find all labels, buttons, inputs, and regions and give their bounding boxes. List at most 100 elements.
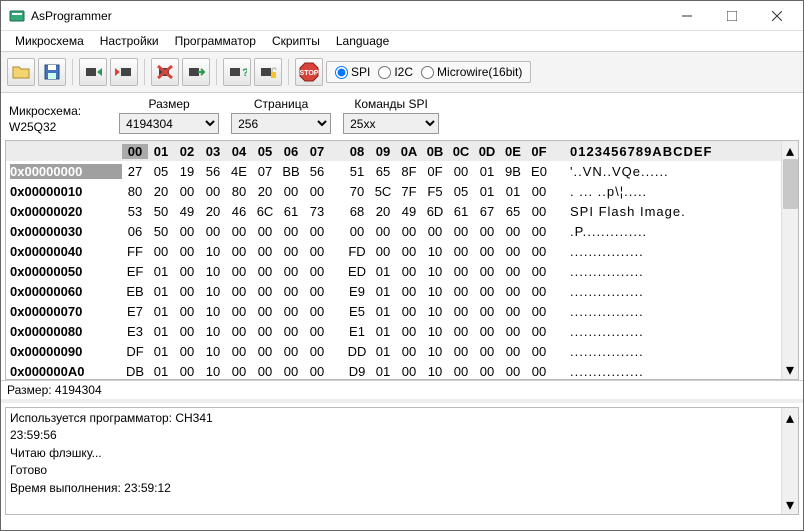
hex-byte[interactable]: E7 — [122, 304, 148, 319]
hex-byte[interactable]: 00 — [304, 224, 330, 239]
hex-byte[interactable]: 00 — [226, 344, 252, 359]
hex-byte[interactable]: 00 — [474, 244, 500, 259]
hex-byte[interactable]: 00 — [226, 324, 252, 339]
hex-byte[interactable]: 00 — [304, 244, 330, 259]
hex-byte[interactable]: 00 — [474, 264, 500, 279]
hex-byte[interactable]: 00 — [448, 264, 474, 279]
size-select[interactable]: 4194304 — [119, 113, 219, 134]
hex-byte[interactable]: 00 — [174, 224, 200, 239]
hex-row[interactable]: 0x000000108020000080200000705C7FF5050101… — [6, 181, 798, 201]
hex-byte[interactable]: 00 — [526, 204, 552, 219]
hex-byte[interactable]: 00 — [448, 284, 474, 299]
hex-viewer[interactable]: 000102030405060708090A0B0C0D0E0F 0123456… — [5, 140, 799, 380]
hex-byte[interactable]: 00 — [304, 304, 330, 319]
hex-byte[interactable]: 61 — [448, 204, 474, 219]
splitter[interactable] — [1, 399, 803, 403]
scroll-up-icon[interactable]: ▴ — [783, 410, 798, 425]
hex-byte[interactable]: 67 — [474, 204, 500, 219]
hex-byte[interactable]: 00 — [526, 324, 552, 339]
hex-byte[interactable]: 10 — [422, 304, 448, 319]
hex-byte[interactable]: 01 — [148, 264, 174, 279]
write-chip-button[interactable] — [110, 58, 138, 86]
hex-byte[interactable]: 00 — [500, 244, 526, 259]
hex-byte[interactable]: 00 — [448, 224, 474, 239]
hex-byte[interactable]: 00 — [226, 284, 252, 299]
hex-byte[interactable]: 56 — [200, 164, 226, 179]
hex-byte[interactable]: 00 — [200, 224, 226, 239]
hex-byte[interactable]: 01 — [370, 324, 396, 339]
hex-byte[interactable]: 00 — [174, 244, 200, 259]
hex-byte[interactable]: 00 — [526, 364, 552, 379]
hex-byte[interactable]: 10 — [200, 324, 226, 339]
hex-byte[interactable]: F5 — [422, 184, 448, 199]
hex-byte[interactable]: ED — [344, 264, 370, 279]
hex-byte[interactable]: 00 — [226, 264, 252, 279]
hex-byte[interactable]: 00 — [396, 344, 422, 359]
hex-byte[interactable]: 01 — [148, 304, 174, 319]
hex-byte[interactable]: 5C — [370, 184, 396, 199]
hex-byte[interactable]: 00 — [226, 364, 252, 379]
hex-byte[interactable]: 00 — [474, 324, 500, 339]
hex-byte[interactable]: 01 — [370, 364, 396, 379]
hex-byte[interactable]: 65 — [370, 164, 396, 179]
radio-i2c[interactable]: I2C — [378, 65, 413, 79]
hex-byte[interactable]: 01 — [148, 324, 174, 339]
hex-byte[interactable]: 00 — [448, 244, 474, 259]
hex-byte[interactable]: DF — [122, 344, 148, 359]
hex-byte[interactable]: 00 — [526, 264, 552, 279]
hex-byte[interactable]: E5 — [344, 304, 370, 319]
hex-byte[interactable]: 00 — [474, 364, 500, 379]
hex-byte[interactable]: 00 — [500, 364, 526, 379]
hex-byte[interactable]: 00 — [278, 324, 304, 339]
open-file-button[interactable] — [7, 58, 35, 86]
hex-byte[interactable]: 20 — [148, 184, 174, 199]
hex-byte[interactable]: 00 — [526, 304, 552, 319]
hex-byte[interactable]: 00 — [448, 344, 474, 359]
hex-byte[interactable]: E3 — [122, 324, 148, 339]
hex-byte[interactable]: 00 — [448, 304, 474, 319]
hex-byte[interactable]: 01 — [370, 304, 396, 319]
hex-byte[interactable]: 19 — [174, 164, 200, 179]
hex-byte[interactable]: 6C — [252, 204, 278, 219]
hex-byte[interactable]: 00 — [278, 364, 304, 379]
hex-byte[interactable]: BB — [278, 164, 304, 179]
hex-byte[interactable]: 00 — [526, 184, 552, 199]
hex-byte[interactable]: 01 — [500, 184, 526, 199]
hex-byte[interactable]: 00 — [252, 324, 278, 339]
hex-byte[interactable]: 00 — [474, 224, 500, 239]
hex-byte[interactable]: EB — [122, 284, 148, 299]
hex-byte[interactable]: EF — [122, 264, 148, 279]
hex-byte[interactable]: 00 — [226, 304, 252, 319]
hex-byte[interactable]: 10 — [422, 324, 448, 339]
hex-byte[interactable]: 00 — [252, 364, 278, 379]
hex-byte[interactable]: 20 — [252, 184, 278, 199]
hex-scrollbar[interactable]: ▴ ▾ — [781, 141, 798, 379]
hex-byte[interactable]: 00 — [304, 264, 330, 279]
hex-byte[interactable]: 6D — [422, 204, 448, 219]
hex-byte[interactable]: 00 — [448, 164, 474, 179]
hex-byte[interactable]: 00 — [396, 324, 422, 339]
hex-byte[interactable]: 00 — [526, 224, 552, 239]
hex-byte[interactable]: 00 — [174, 304, 200, 319]
hex-row[interactable]: 0x00000030065000000000000000000000000000… — [6, 221, 798, 241]
hex-row[interactable]: 0x00000090DF01001000000000DD010010000000… — [6, 341, 798, 361]
hex-byte[interactable]: 10 — [200, 284, 226, 299]
hex-byte[interactable]: 00 — [370, 224, 396, 239]
hex-byte[interactable]: 00 — [304, 184, 330, 199]
menu-chip[interactable]: Микросхема — [7, 33, 92, 49]
verify-chip-button[interactable] — [182, 58, 210, 86]
hex-byte[interactable]: 20 — [200, 204, 226, 219]
hex-byte[interactable]: 00 — [500, 224, 526, 239]
hex-row[interactable]: 0x00000040FF00001000000000FD000010000000… — [6, 241, 798, 261]
hex-byte[interactable]: 00 — [174, 264, 200, 279]
hex-byte[interactable]: 00 — [500, 284, 526, 299]
hex-byte[interactable]: 53 — [122, 204, 148, 219]
hex-byte[interactable]: 80 — [226, 184, 252, 199]
menu-settings[interactable]: Настройки — [92, 33, 167, 49]
hex-byte[interactable]: 10 — [200, 304, 226, 319]
hex-byte[interactable]: 00 — [474, 284, 500, 299]
hex-byte[interactable]: 00 — [370, 244, 396, 259]
hex-byte[interactable]: 01 — [474, 184, 500, 199]
hex-byte[interactable]: DB — [122, 364, 148, 379]
hex-byte[interactable]: 00 — [396, 284, 422, 299]
